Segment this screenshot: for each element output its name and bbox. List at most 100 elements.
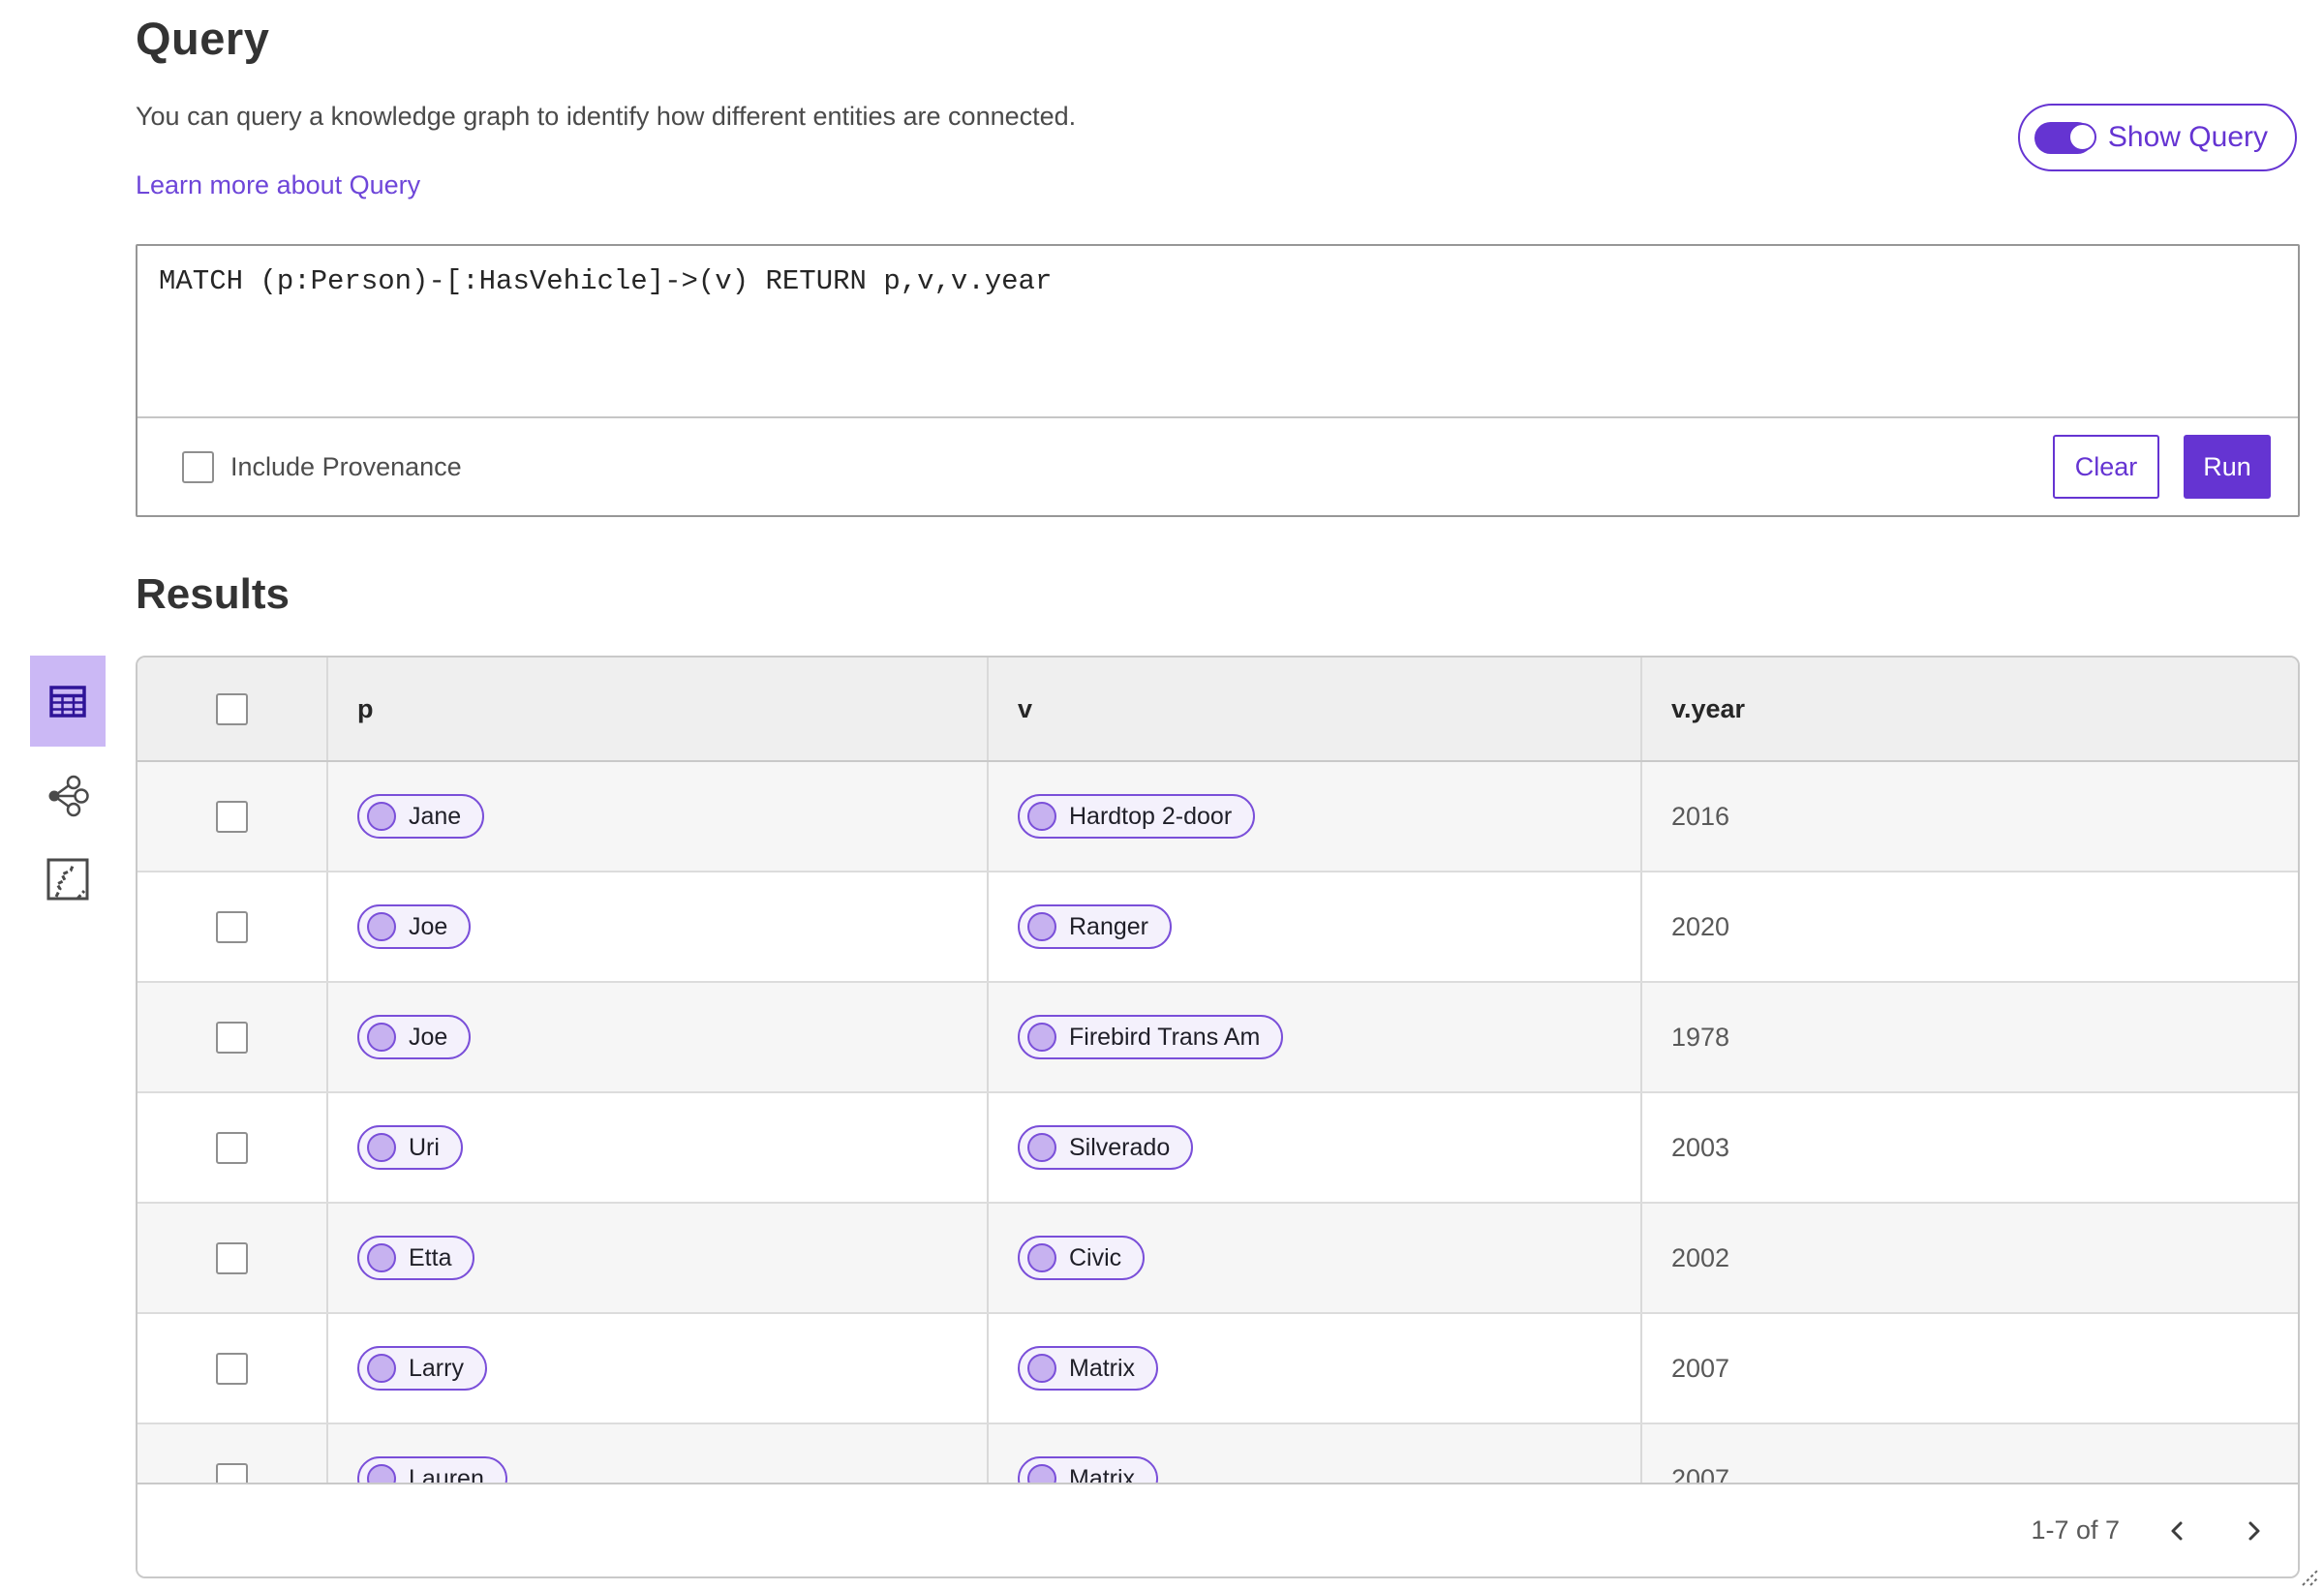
results-title: Results [136, 570, 290, 618]
row-checkbox[interactable] [216, 1462, 248, 1483]
query-actions-bar: Include Provenance Clear Run [138, 418, 2298, 515]
map-view-button[interactable] [30, 845, 106, 913]
year-value: 2007 [1640, 1424, 2298, 1483]
node-icon [1027, 1243, 1056, 1272]
clear-button[interactable]: Clear [2053, 435, 2159, 499]
table-row: Joe Ranger 2020 [138, 872, 2298, 983]
node-icon [1027, 912, 1056, 941]
entity-pill-p[interactable]: Uri [357, 1125, 463, 1170]
node-icon [367, 1464, 396, 1483]
entity-pill-v[interactable]: Hardtop 2-door [1018, 794, 1256, 839]
column-header-v[interactable]: v [987, 658, 1640, 760]
query-editor-textarea[interactable]: MATCH (p:Person)-[:HasVehicle]->(v) RETU… [138, 246, 2298, 418]
entity-pill-p[interactable]: Larry [357, 1346, 487, 1391]
entity-pill-v[interactable]: Civic [1018, 1236, 1146, 1280]
column-header-p[interactable]: p [326, 658, 987, 760]
node-icon [1027, 1133, 1056, 1162]
graph-icon [48, 775, 89, 817]
table-row: Joe Firebird Trans Am 1978 [138, 983, 2298, 1093]
results-table: p v v.year Jane Hardtop 2-door 2016 Joe [136, 656, 2300, 1578]
entity-label: Matrix [1069, 1464, 1136, 1484]
node-icon [367, 912, 396, 941]
pagination-range-label: 1-7 of 7 [2031, 1515, 2120, 1545]
view-switcher-rail [0, 656, 136, 1578]
entity-label: Ranger [1069, 912, 1148, 940]
entity-label: Matrix [1069, 1354, 1136, 1382]
table-icon [49, 685, 86, 718]
entity-pill-p[interactable]: Joe [357, 904, 472, 949]
row-checkbox[interactable] [216, 1241, 248, 1274]
map-icon [46, 858, 89, 901]
previous-page-button[interactable] [2151, 1504, 2205, 1558]
year-value: 2002 [1640, 1204, 2298, 1312]
entity-label: Joe [409, 912, 448, 940]
table-row: Larry Matrix 2007 [138, 1314, 2298, 1424]
entity-label: Firebird Trans Am [1069, 1023, 1261, 1051]
table-row: Jane Hardtop 2-door 2016 [138, 762, 2298, 872]
chevron-left-icon [2171, 1521, 2183, 1540]
pagination-bar: 1-7 of 7 [138, 1483, 2298, 1576]
table-row: Uri Silverado 2003 [138, 1093, 2298, 1204]
run-button[interactable]: Run [2184, 435, 2271, 499]
node-icon [1027, 802, 1056, 831]
graph-view-button[interactable] [30, 762, 106, 830]
year-value: 2016 [1640, 762, 2298, 871]
entity-label: Lauren [409, 1464, 484, 1484]
entity-pill-p[interactable]: Jane [357, 794, 485, 839]
entity-label: Larry [409, 1354, 464, 1382]
toggle-switch-icon[interactable] [2034, 121, 2096, 154]
table-row: Etta Civic 2002 [138, 1204, 2298, 1314]
year-value: 2020 [1640, 872, 2298, 981]
year-value: 2003 [1640, 1093, 2298, 1202]
entity-pill-p[interactable]: Etta [357, 1236, 475, 1280]
table-body: Jane Hardtop 2-door 2016 Joe Ranger 2020 [138, 762, 2298, 1483]
entity-label: Uri [409, 1133, 440, 1161]
node-icon [1027, 1354, 1056, 1383]
entity-pill-v[interactable]: Matrix [1018, 1456, 1159, 1484]
query-page: Show Query Query You can query a knowled… [0, 0, 2324, 1591]
include-provenance-label: Include Provenance [230, 451, 462, 481]
query-panel: MATCH (p:Person)-[:HasVehicle]->(v) RETU… [136, 244, 2319, 1586]
entity-label: Hardtop 2-door [1069, 802, 1233, 830]
table-view-button[interactable] [30, 656, 106, 747]
year-value: 1978 [1640, 983, 2298, 1091]
learn-more-link[interactable]: Learn more about Query [136, 170, 420, 200]
entity-label: Civic [1069, 1243, 1122, 1271]
node-icon [1027, 1464, 1056, 1483]
show-query-toggle[interactable]: Show Query [2017, 104, 2297, 171]
entity-pill-v[interactable]: Firebird Trans Am [1018, 1015, 1284, 1059]
next-page-button[interactable] [2226, 1504, 2280, 1558]
chevron-right-icon [2248, 1521, 2260, 1540]
year-value: 2007 [1640, 1314, 2298, 1423]
row-checkbox[interactable] [216, 1021, 248, 1054]
show-query-label: Show Query [2107, 121, 2268, 153]
node-icon [367, 1243, 396, 1272]
select-all-checkbox[interactable] [216, 692, 248, 725]
table-row: Lauren Matrix 2007 [138, 1424, 2298, 1483]
entity-label: Joe [409, 1023, 448, 1051]
node-icon [1027, 1023, 1056, 1052]
table-header-row: p v v.year [138, 658, 2298, 762]
entity-label: Silverado [1069, 1133, 1171, 1161]
entity-pill-p[interactable]: Lauren [357, 1456, 507, 1483]
page-title: Query [136, 13, 270, 64]
column-header-vyear[interactable]: v.year [1640, 658, 2298, 760]
entity-label: Etta [409, 1243, 452, 1271]
entity-pill-v[interactable]: Silverado [1018, 1125, 1194, 1170]
page-description: You can query a knowledge graph to ident… [136, 102, 1077, 131]
entity-pill-v[interactable]: Matrix [1018, 1346, 1159, 1391]
include-provenance-checkbox[interactable] [182, 450, 214, 483]
row-checkbox[interactable] [216, 910, 248, 943]
row-checkbox[interactable] [216, 1131, 248, 1164]
entity-pill-v[interactable]: Ranger [1018, 904, 1172, 949]
results-area: p v v.year Jane Hardtop 2-door 2016 Joe [0, 656, 2324, 1578]
entity-pill-p[interactable]: Joe [357, 1015, 472, 1059]
resize-handle-icon[interactable] [2295, 1562, 2320, 1587]
node-icon [367, 1354, 396, 1383]
row-checkbox[interactable] [216, 1352, 248, 1385]
row-checkbox[interactable] [216, 800, 248, 833]
entity-label: Jane [409, 802, 462, 830]
node-icon [367, 1023, 396, 1052]
node-icon [367, 802, 396, 831]
node-icon [367, 1133, 396, 1162]
